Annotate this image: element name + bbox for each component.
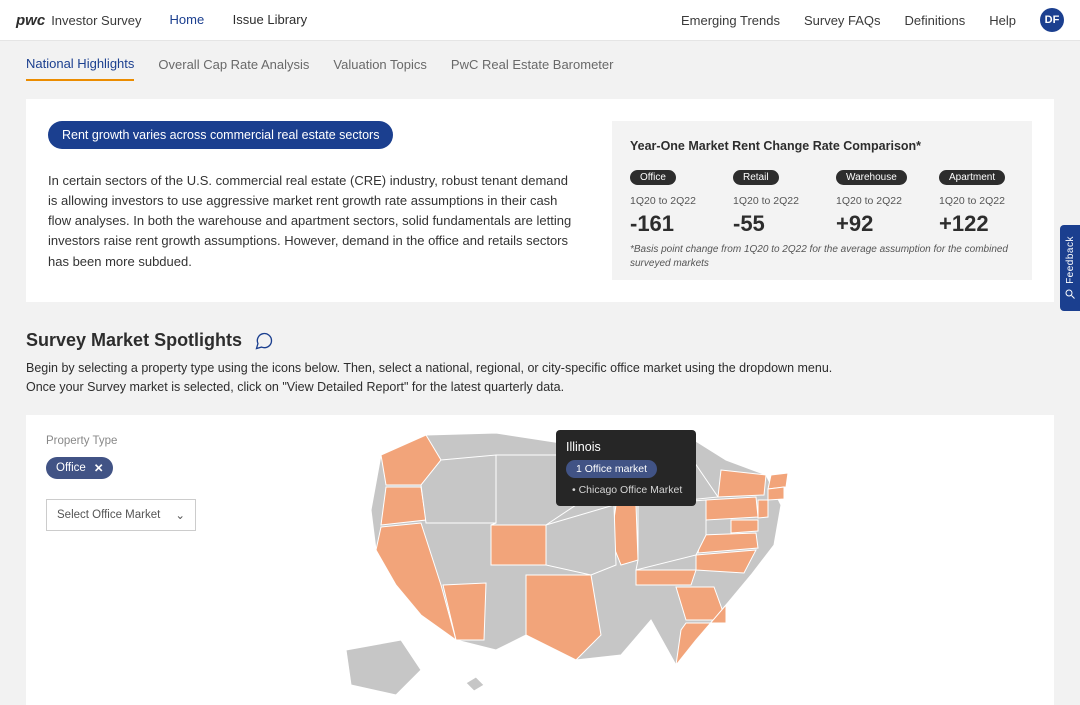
metric-value: +122: [939, 211, 1014, 237]
metric-tag: Retail: [733, 170, 779, 185]
metric-value: -161: [630, 211, 705, 237]
tab-valuation-topics[interactable]: Valuation Topics: [333, 48, 426, 80]
state-ct: [768, 487, 784, 500]
property-type-label: Property Type: [46, 435, 256, 447]
primary-nav: Home Issue Library: [170, 11, 332, 29]
tabs-bar: National Highlights Overall Cap Rate Ana…: [0, 41, 1080, 81]
state-tn: [636, 570, 696, 585]
metric-warehouse: Warehouse 1Q20 to 2Q22 +92: [836, 167, 911, 237]
speech-bubble-icon: [254, 331, 274, 351]
nav-issue-library[interactable]: Issue Library: [233, 12, 307, 27]
nav-definitions[interactable]: Definitions: [905, 13, 966, 28]
state-ny: [718, 470, 766, 497]
spotlight-section: Survey Market Spotlights Begin by select…: [0, 302, 1080, 705]
metric-retail: Retail 1Q20 to 2Q22 -55: [733, 167, 808, 237]
spotlight-sub2: Once your Survey market is selected, cli…: [26, 378, 1054, 397]
state-or: [381, 487, 426, 525]
state-ma: [768, 473, 788, 489]
state-nj: [758, 500, 768, 518]
avatar[interactable]: DF: [1040, 8, 1064, 32]
tooltip-market-item[interactable]: Chicago Office Market: [566, 484, 686, 496]
nav-home[interactable]: Home: [170, 12, 205, 27]
tooltip-state-name: Illinois: [566, 440, 686, 454]
top-bar: pwc Investor Survey Home Issue Library E…: [0, 0, 1080, 41]
metric-value: -55: [733, 211, 808, 237]
property-type-block: Property Type Office ✕ Select Office Mar…: [46, 435, 256, 531]
comparison-panel: Year-One Market Rent Change Rate Compari…: [612, 121, 1032, 280]
map-tooltip: Illinois 1 Office market Chicago Office …: [556, 430, 696, 506]
highlight-pill: Rent growth varies across commercial rea…: [48, 121, 393, 149]
metric-tag: Warehouse: [836, 170, 907, 185]
metric-value: +92: [836, 211, 911, 237]
comparison-row: Office 1Q20 to 2Q22 -161 Retail 1Q20 to …: [630, 167, 1014, 237]
right-nav: Emerging Trends Survey FAQs Definitions …: [681, 8, 1064, 32]
metric-period: 1Q20 to 2Q22: [939, 195, 1014, 207]
magnify-icon: [1064, 288, 1076, 300]
state-co: [491, 525, 546, 565]
close-icon[interactable]: ✕: [94, 461, 104, 475]
spotlight-title-row: Survey Market Spotlights: [26, 330, 1054, 351]
state-md: [731, 520, 758, 533]
property-type-pill-label: Office: [56, 462, 86, 474]
metric-period: 1Q20 to 2Q22: [733, 195, 808, 207]
highlight-card: Rent growth varies across commercial rea…: [26, 99, 1054, 302]
tab-barometer[interactable]: PwC Real Estate Barometer: [451, 48, 614, 80]
nav-help[interactable]: Help: [989, 13, 1016, 28]
metric-tag: Apartment: [939, 170, 1005, 185]
brand-logo-text: pwc: [16, 12, 45, 29]
metric-period: 1Q20 to 2Q22: [836, 195, 911, 207]
metric-period: 1Q20 to 2Q22: [630, 195, 705, 207]
highlight-paragraph: In certain sectors of the U.S. commercia…: [48, 171, 580, 272]
feedback-tab[interactable]: Feedback: [1060, 225, 1080, 311]
chevron-down-icon: ⌄: [175, 508, 185, 522]
dropdown-placeholder: Select Office Market: [57, 509, 160, 521]
tab-overall-cap-rate[interactable]: Overall Cap Rate Analysis: [158, 48, 309, 80]
tab-national-highlights[interactable]: National Highlights: [26, 47, 134, 81]
spotlight-sub1: Begin by selecting a property type using…: [26, 359, 1054, 378]
comparison-footnote: *Basis point change from 1Q20 to 2Q22 fo…: [630, 243, 1014, 270]
spotlight-card: Property Type Office ✕ Select Office Mar…: [26, 415, 1054, 705]
brand-subtitle: Investor Survey: [51, 13, 141, 28]
property-type-pill[interactable]: Office ✕: [46, 457, 113, 479]
spotlight-title: Survey Market Spotlights: [26, 330, 242, 351]
metric-apartment: Apartment 1Q20 to 2Q22 +122: [939, 167, 1014, 237]
brand: pwc Investor Survey: [16, 12, 142, 29]
tooltip-count-pill: 1 Office market: [566, 460, 657, 478]
feedback-label: Feedback: [1065, 236, 1076, 284]
nav-emerging-trends[interactable]: Emerging Trends: [681, 13, 780, 28]
state-pa: [706, 497, 758, 520]
comparison-title: Year-One Market Rent Change Rate Compari…: [630, 139, 1014, 153]
highlight-left: Rent growth varies across commercial rea…: [48, 121, 580, 280]
nav-survey-faqs[interactable]: Survey FAQs: [804, 13, 881, 28]
select-market-dropdown[interactable]: Select Office Market ⌄: [46, 499, 196, 531]
metric-tag: Office: [630, 170, 676, 185]
metric-office: Office 1Q20 to 2Q22 -161: [630, 167, 705, 237]
